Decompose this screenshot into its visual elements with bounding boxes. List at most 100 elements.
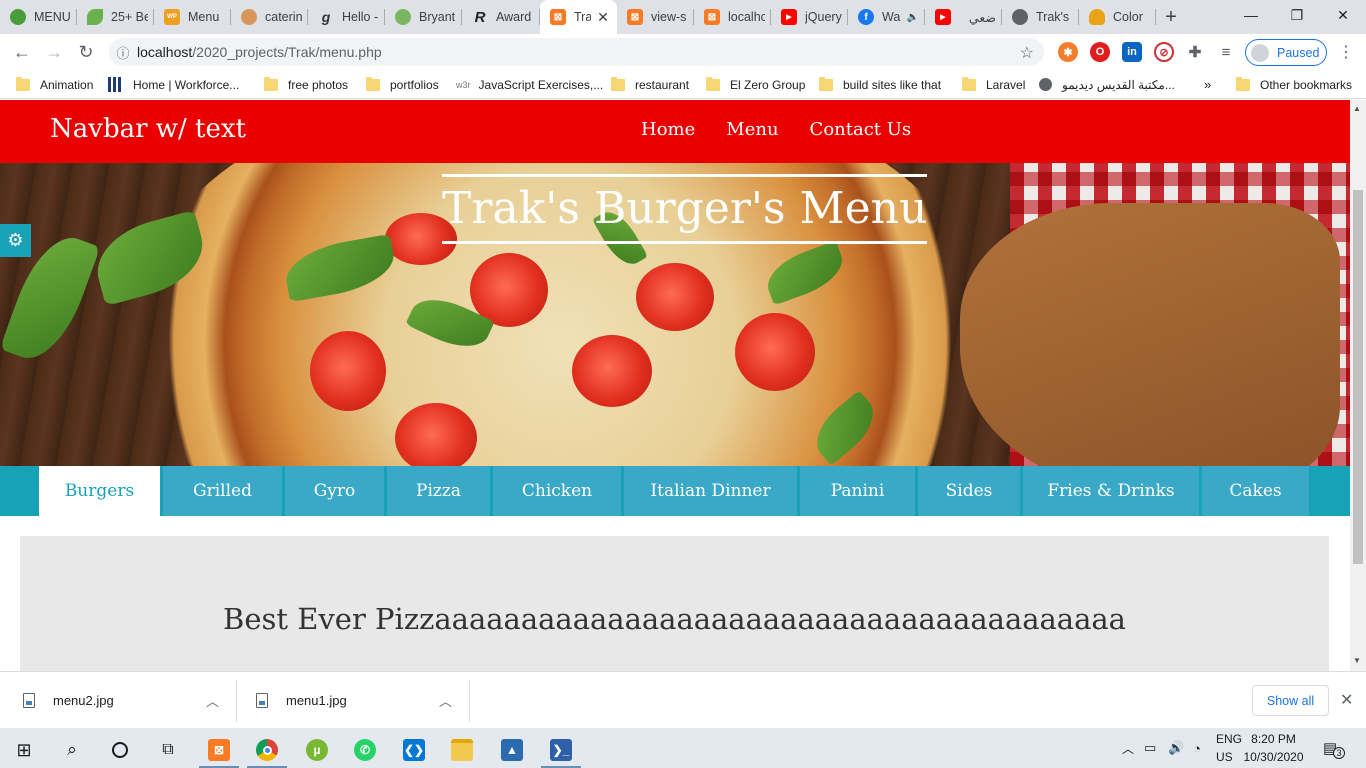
url-text: localhost/2020_projects/Trak/menu.php [137, 44, 382, 60]
nav-link-contact[interactable]: Contact Us [810, 119, 912, 140]
block-icon[interactable]: ⊘ [1154, 42, 1174, 62]
wifi-icon[interactable]: ◔ [1193, 728, 1201, 768]
show-all-button[interactable]: Show all [1252, 685, 1329, 716]
bookmark-star-icon[interactable]: ☆ [1020, 43, 1034, 63]
bookmark-item[interactable]: El Zero Group [706, 70, 805, 99]
page-scrollbar[interactable]: ▲ ▼ [1350, 100, 1366, 671]
tomato-slice [636, 263, 714, 331]
avatar [1251, 43, 1269, 62]
facebook-icon: f [858, 9, 874, 25]
tab-gyro[interactable]: Gyro [285, 466, 384, 516]
battery-icon[interactable]: ▭ [1144, 728, 1156, 768]
tab-chicken[interactable]: Chicken [493, 466, 621, 516]
powershell-icon[interactable]: ❯_ [541, 732, 581, 768]
browser-tab[interactable]: Trak's [1002, 0, 1079, 34]
show-hidden-icons[interactable]: ︿ [1122, 728, 1134, 768]
tab-cakes[interactable]: Cakes [1202, 466, 1309, 516]
vscode-icon[interactable]: ❮❯ [394, 732, 434, 768]
whatsapp-icon[interactable]: ✆ [345, 732, 385, 768]
system-clock[interactable]: 8:20 PM 10/30/2020 [1236, 730, 1311, 766]
scroll-down-arrow-icon[interactable]: ▼ [1353, 656, 1361, 665]
tomato-slice [735, 313, 815, 391]
volume-icon[interactable]: 🔊 [1168, 728, 1184, 768]
forward-button[interactable]: → [38, 36, 70, 68]
tab-fries-drinks[interactable]: Fries & Drinks [1023, 466, 1199, 516]
nav-link-home[interactable]: Home [641, 119, 695, 140]
close-shelf-icon[interactable]: ✕ [1340, 690, 1353, 710]
linkedin-icon[interactable]: in [1122, 42, 1142, 62]
extension-orange-icon[interactable]: ✱ [1058, 42, 1078, 62]
action-center-icon[interactable]: ▤ 3 [1323, 728, 1346, 768]
bookmark-item[interactable]: Home | Workforce... [108, 70, 239, 99]
minimize-button[interactable]: — [1228, 0, 1274, 30]
tab-burgers[interactable]: Burgers [39, 466, 160, 516]
download-item[interactable]: menu1.jpg ︿ [256, 672, 456, 729]
file-explorer-icon[interactable] [442, 732, 482, 768]
address-bar[interactable]: ⓘ localhost/2020_projects/Trak/menu.php … [109, 38, 1044, 66]
back-button[interactable]: ← [6, 36, 38, 68]
chrome-icon[interactable] [247, 732, 287, 768]
new-tab-button[interactable]: + [1156, 0, 1186, 34]
tab-grilled[interactable]: Grilled [163, 466, 282, 516]
tab-sides[interactable]: Sides [918, 466, 1020, 516]
hero-title: Trak's Burger's Menu [442, 174, 928, 244]
browser-tab[interactable]: f Wa 🔈 [848, 0, 925, 34]
tab-italian-dinner[interactable]: Italian Dinner [624, 466, 797, 516]
browser-tab[interactable]: Bryant [385, 0, 462, 34]
speaker-icon[interactable]: 🔈 [907, 12, 919, 23]
browser-tab[interactable]: ▶ jQuery [771, 0, 848, 34]
task-view-icon[interactable]: ⧉ [148, 732, 188, 768]
chevron-up-icon[interactable]: ︿ [206, 691, 219, 710]
profile-button[interactable]: Paused [1245, 39, 1327, 66]
tab-panini[interactable]: Panini [800, 466, 915, 516]
browser-tab[interactable]: WP Menu [154, 0, 231, 34]
browser-tab-active[interactable]: ⊠ Tra ✕ [540, 0, 617, 34]
browser-tab[interactable]: ▶ ضعي [925, 0, 1002, 34]
bookmark-item[interactable]: build sites like that [819, 70, 941, 99]
xampp-icon[interactable]: ⊠ [199, 732, 239, 768]
navbar-brand[interactable]: Navbar w/ text [50, 114, 246, 144]
reload-button[interactable]: ↻ [70, 36, 102, 68]
folder-icon [1236, 76, 1250, 91]
browser-tab[interactable]: 25+ Be [77, 0, 154, 34]
bookmark-item[interactable]: w3r JavaScript Exercises,... [456, 70, 603, 99]
bookmark-item[interactable]: restaurant [611, 70, 689, 99]
chef-icon [241, 9, 257, 25]
browser-tab[interactable]: R Award [462, 0, 540, 34]
browser-tab[interactable]: Color [1079, 0, 1156, 34]
bookmark-item[interactable]: portfolios [366, 70, 439, 99]
windows-start-icon[interactable]: ⊞ [4, 732, 44, 768]
close-window-button[interactable]: ✕ [1320, 0, 1366, 30]
bookmarks-overflow-button[interactable]: » [1204, 70, 1211, 99]
tab-pizza[interactable]: Pizza [387, 466, 490, 516]
media-queue-icon[interactable]: ≡ [1216, 42, 1236, 62]
browser-tab[interactable]: g Hello - [308, 0, 385, 34]
download-item[interactable]: menu2.jpg ︿ [23, 672, 223, 729]
scroll-up-arrow-icon[interactable]: ▲ [1353, 104, 1361, 113]
scrollbar-thumb[interactable] [1353, 190, 1363, 564]
restore-button[interactable]: ❐ [1274, 0, 1320, 30]
info-icon[interactable]: ⓘ [109, 43, 137, 62]
browser-tab[interactable]: MENU [0, 0, 77, 34]
notification-count-badge: 3 [1333, 747, 1346, 759]
cortana-icon[interactable] [100, 732, 140, 768]
settings-gear-icon[interactable]: ⚙ [0, 224, 31, 257]
puzzle-icon[interactable]: ✚ [1185, 42, 1205, 62]
browser-tab[interactable]: ⊠ view-s [617, 0, 694, 34]
search-icon[interactable]: ⌕ [52, 732, 92, 768]
browser-tab[interactable]: ⊠ localhc [694, 0, 771, 34]
bookmark-item[interactable]: free photos [264, 70, 348, 99]
bookmark-item[interactable]: Laravel [962, 70, 1025, 99]
bookmark-item[interactable]: مكتبة القديس ديديمو... [1039, 70, 1175, 99]
nav-link-menu[interactable]: Menu [726, 119, 778, 140]
opera-icon[interactable]: O [1090, 42, 1110, 62]
bookmark-item[interactable]: Animation [16, 70, 93, 99]
bookmarks-bar: Animation Home | Workforce... free photo… [0, 70, 1366, 99]
utorrent-icon[interactable]: µ [297, 732, 337, 768]
close-tab-icon[interactable]: ✕ [595, 9, 611, 26]
chevron-up-icon[interactable]: ︿ [439, 691, 452, 710]
more-menu-icon[interactable]: ⋮ [1338, 42, 1354, 62]
photos-icon[interactable]: ▲ [492, 732, 532, 768]
other-bookmarks[interactable]: Other bookmarks [1236, 70, 1352, 99]
browser-tab[interactable]: caterin [231, 0, 308, 34]
